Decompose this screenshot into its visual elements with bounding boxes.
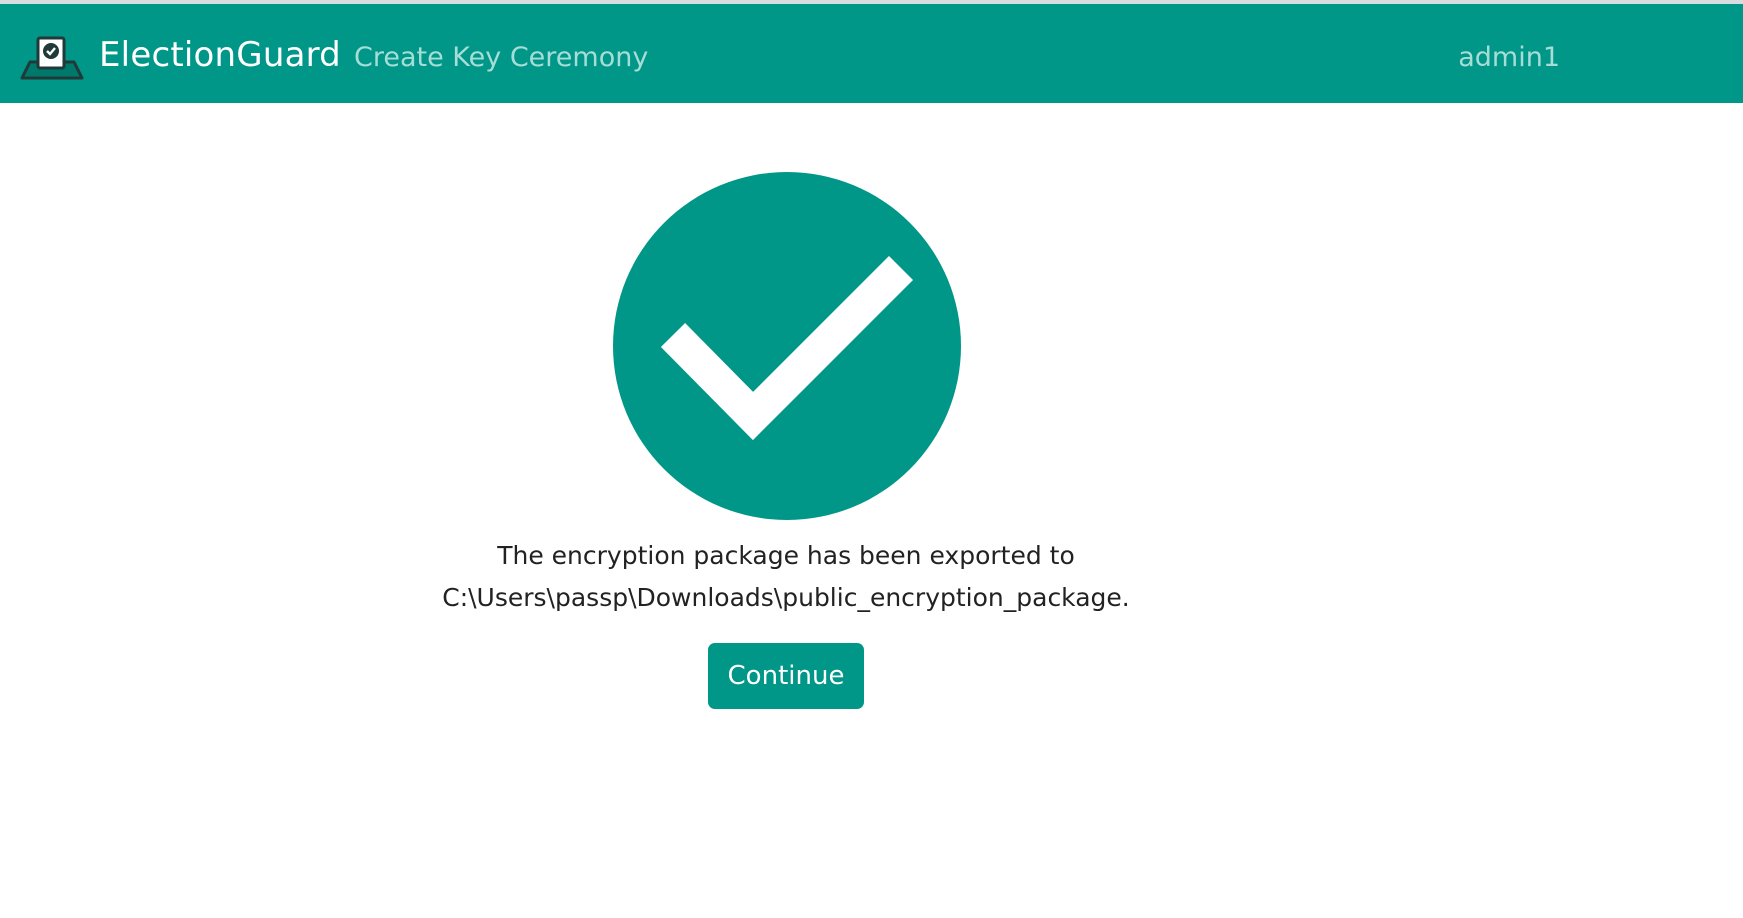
app-navbar: ElectionGuard Create Key Ceremony admin1: [0, 4, 1743, 103]
export-success-message: The encryption package has been exported…: [336, 535, 1236, 619]
message-line-1: The encryption package has been exported…: [497, 541, 1075, 570]
export-file-path: C:\Users\passp\Downloads\public_encrypti…: [442, 583, 1130, 612]
nav-create-key-ceremony-link[interactable]: Create Key Ceremony: [354, 42, 648, 74]
check-circle-icon: [613, 172, 961, 520]
ballot-box-check-icon: [20, 36, 84, 80]
current-user-name[interactable]: admin1: [1458, 42, 1560, 74]
continue-button[interactable]: Continue: [708, 643, 864, 709]
brand-name[interactable]: ElectionGuard: [99, 35, 341, 75]
